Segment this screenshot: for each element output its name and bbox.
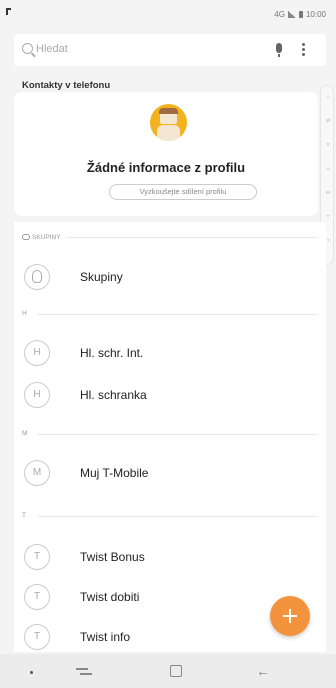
section-letter: H (22, 310, 27, 317)
signal-icon (287, 11, 296, 18)
divider (38, 516, 318, 517)
back-button[interactable]: ← (256, 663, 270, 679)
groups-label: Skupiny (80, 270, 123, 284)
search-input[interactable]: Hledat (14, 34, 326, 66)
contact-row[interactable]: T Twist Bonus (14, 540, 326, 576)
add-contact-button[interactable] (270, 596, 310, 636)
alpha-index-item[interactable]: M (321, 190, 335, 195)
share-profile-button[interactable]: Vyzkoušejte sdílení profilu (109, 184, 257, 200)
status-time: 10:00 (305, 10, 326, 19)
profile-title: Žádné informace z profilu (86, 160, 246, 175)
search-placeholder: Hledat (36, 43, 68, 55)
more-options-icon[interactable] (300, 42, 306, 58)
group-avatar (24, 264, 50, 290)
battery-icon (298, 11, 303, 18)
contact-name: Hl. schr. Int. (80, 346, 144, 360)
nav-indicator-dot (30, 671, 33, 674)
contacts-section-label: Kontakty v telefonu (22, 80, 111, 91)
alpha-index-item[interactable]: A (321, 166, 335, 171)
contact-row[interactable]: H Hl. schranka (14, 378, 326, 414)
recent-apps-icon[interactable] (76, 666, 92, 678)
profile-avatar[interactable] (150, 104, 187, 141)
contact-avatar: M (24, 460, 50, 486)
navigation-bar: ← (0, 654, 336, 688)
contact-row[interactable]: M Muj T-Mobile (14, 456, 326, 492)
contact-name: Twist info (80, 630, 131, 644)
contact-name: Twist Bonus (80, 550, 145, 564)
section-letter: T (22, 512, 26, 519)
search-icon (22, 43, 33, 54)
alpha-index-item[interactable]: ☆ (321, 94, 335, 100)
contact-row[interactable]: H Hl. schr. Int. (14, 336, 326, 372)
microphone-icon[interactable] (276, 43, 282, 57)
groups-header: SKUPINY (22, 234, 61, 241)
home-button[interactable] (170, 665, 182, 677)
contact-name: Twist dobiti (80, 590, 140, 604)
alpha-index-item[interactable]: Ø (321, 118, 335, 123)
network-type: 4G (274, 10, 285, 19)
alpha-index-item[interactable]: # (321, 142, 335, 147)
profile-card[interactable]: Žádné informace z profilu Vyzkoušejte sd… (14, 92, 318, 216)
status-bar: 4G 10:00 (0, 0, 336, 30)
contact-name: Hl. schranka (80, 388, 147, 402)
contact-avatar: H (24, 382, 50, 408)
status-icons: 4G 10:00 (274, 10, 326, 19)
divider (38, 314, 318, 315)
groups-row[interactable]: Skupiny (14, 260, 326, 296)
contact-avatar: T (24, 584, 50, 610)
section-letter: M (22, 430, 28, 437)
notification-icon (6, 8, 11, 15)
contact-avatar: H (24, 340, 50, 366)
alpha-index-item[interactable]: T (321, 214, 335, 219)
groups-icon (22, 234, 30, 241)
contact-avatar: T (24, 544, 50, 570)
divider (38, 434, 318, 435)
contact-list[interactable]: SKUPINY Skupiny H H Hl. schr. Int. H Hl.… (14, 222, 326, 652)
contact-avatar: T (24, 624, 50, 650)
contact-name: Muj T-Mobile (80, 466, 149, 480)
divider (66, 237, 318, 238)
group-icon (32, 270, 42, 283)
